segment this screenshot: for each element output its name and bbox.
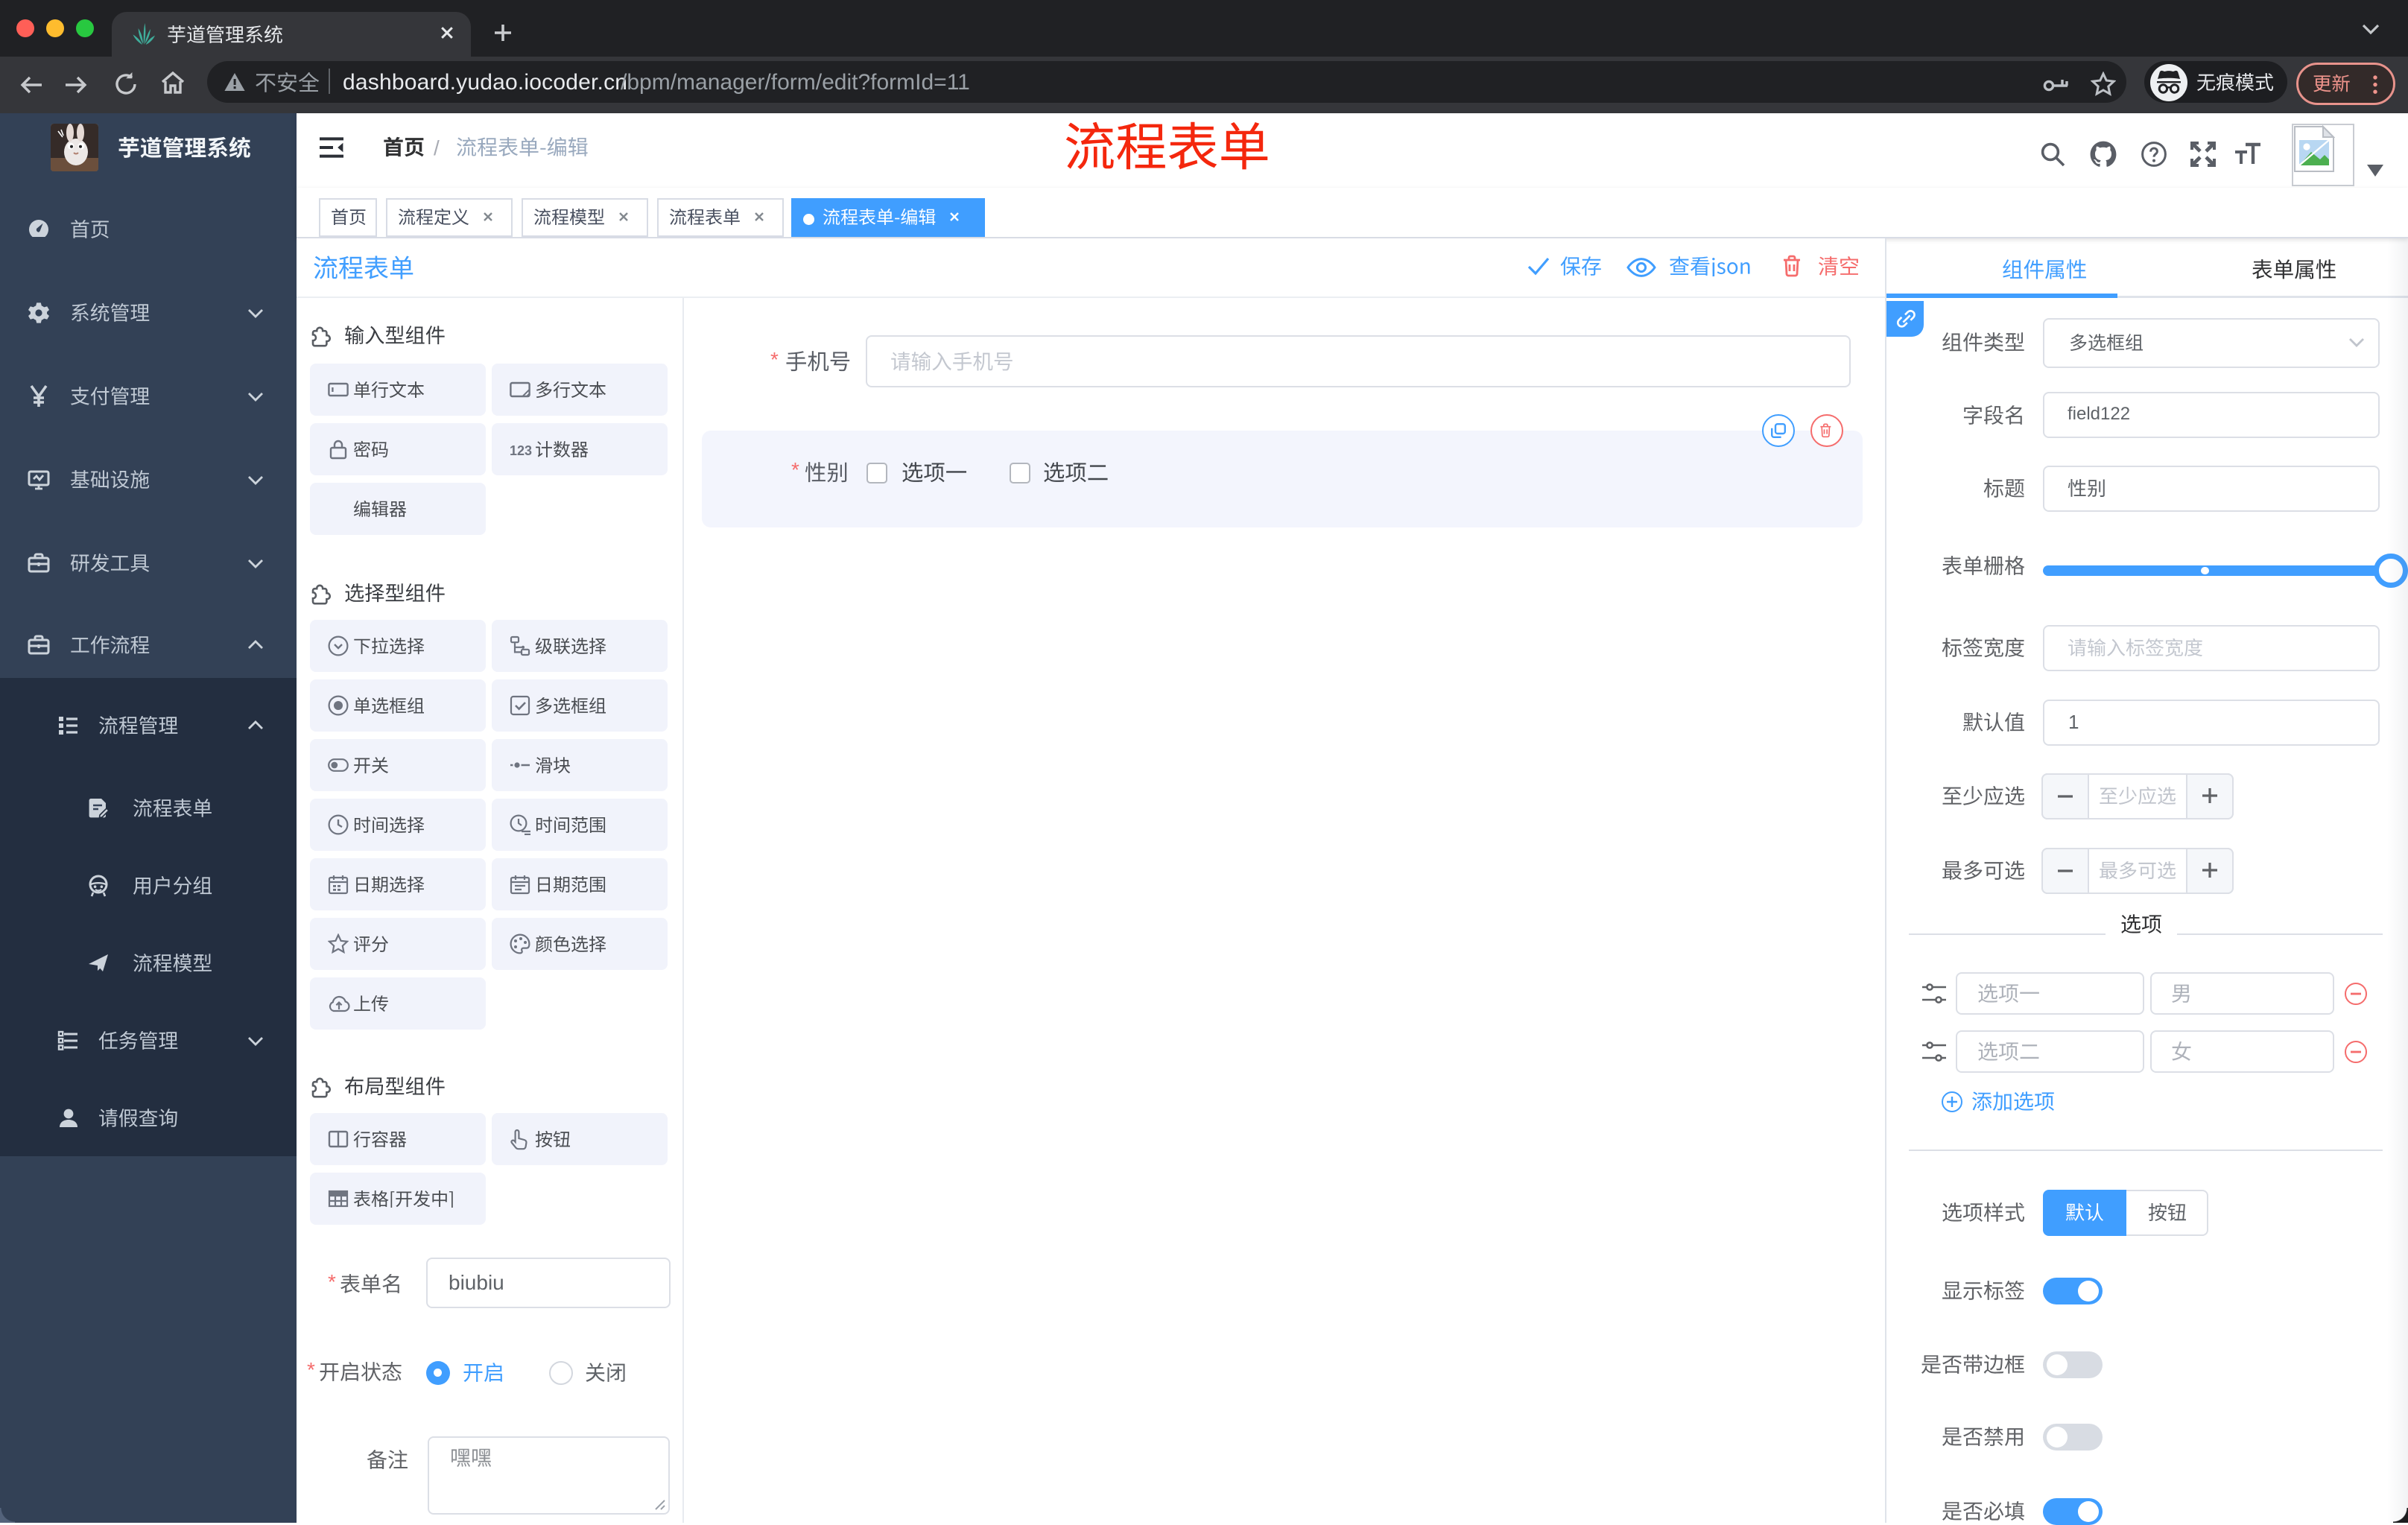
- svg-text:123: 123: [510, 443, 532, 458]
